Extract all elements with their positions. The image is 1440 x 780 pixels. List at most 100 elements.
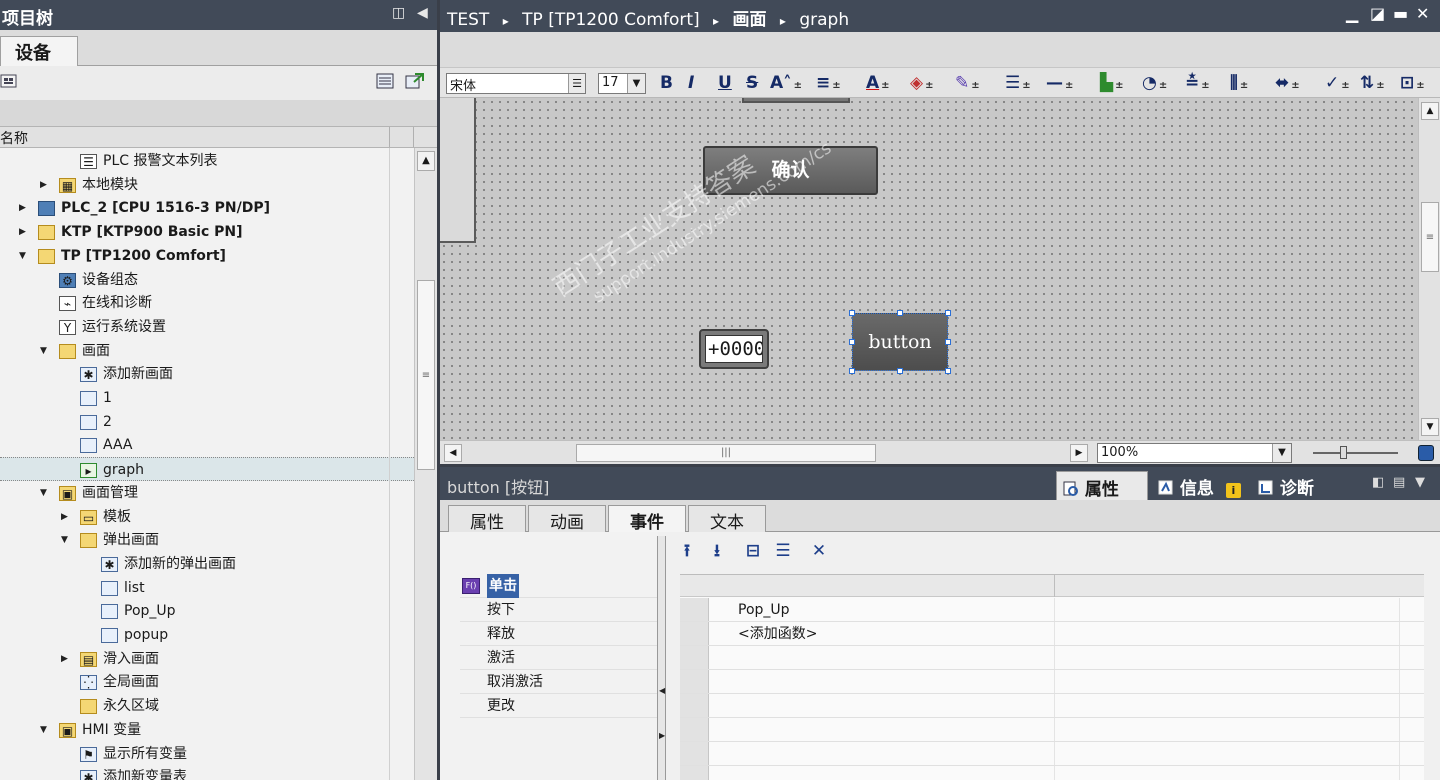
tree-item[interactable]: ✱ 添加新画面 (0, 362, 414, 386)
tree-item[interactable]: ▼ 弹出画面 (0, 528, 414, 552)
dropdown-arrow-icon[interactable]: ± (1201, 80, 1209, 91)
tab-events[interactable]: 事件 (608, 505, 686, 534)
tree-item[interactable]: ✱ 添加新变量表 (0, 765, 414, 780)
scroll-left-arrow-icon[interactable]: ◀ (444, 444, 462, 462)
tab-properties[interactable]: 属性 (1056, 471, 1148, 500)
zoom-select[interactable]: 100% (1097, 443, 1292, 463)
scroll-up-arrow-icon[interactable]: ▲ (1421, 102, 1439, 120)
font-family-select[interactable]: 宋体 (446, 73, 586, 94)
zoom-area-button[interactable]: ⊡ ± (1400, 72, 1425, 94)
italic-button[interactable]: I (688, 72, 694, 94)
canvas-vertical-scrollbar[interactable]: ▲ ≡ ▼ (1418, 98, 1440, 440)
font-list-icon[interactable]: ☰ (568, 74, 585, 93)
resize-handle[interactable] (897, 368, 903, 374)
event-item[interactable]: F() 单击 (460, 574, 658, 598)
float-window-icon[interactable]: ◪ (1370, 4, 1385, 23)
collapsed-arrow-icon[interactable]: ▶ (40, 173, 52, 197)
dropdown-arrow-icon[interactable]: ± (1115, 80, 1123, 91)
strikethrough-button[interactable]: S (746, 72, 758, 94)
scroll-up-arrow-icon[interactable]: ▲ (417, 151, 435, 171)
line-color-button[interactable]: ✎ ± (955, 72, 980, 94)
panel-collapse-icon[interactable]: ▼ (1415, 475, 1425, 490)
chevron-down-icon[interactable]: ▼ (627, 74, 645, 93)
export-icon[interactable] (405, 72, 425, 92)
collapse-panel-arrow-icon[interactable]: ◀ (417, 5, 428, 21)
dropdown-arrow-icon[interactable]: ± (794, 80, 802, 91)
tree-item[interactable]: 永久区域 (0, 694, 414, 718)
tree-item[interactable]: ▶ ▭ 模板 (0, 505, 414, 529)
background-button[interactable]: ▙ ± (1100, 72, 1123, 94)
function-name-cell[interactable]: Pop_Up (738, 598, 790, 622)
event-item[interactable]: 释放 (460, 622, 658, 646)
dropdown-arrow-icon[interactable]: ± (1376, 80, 1384, 91)
canvas-panel-object[interactable] (440, 98, 476, 243)
resize-handle[interactable] (849, 310, 855, 316)
tab-diagnostics[interactable]: 诊断 (1252, 471, 1320, 500)
tree-item[interactable]: ⚙ 设备组态 (0, 268, 414, 292)
event-item[interactable]: 激活 (460, 646, 658, 670)
tree-item[interactable]: ▶ KTP [KTP900 Basic PN] (0, 220, 414, 244)
dropdown-arrow-icon[interactable]: ± (881, 80, 889, 91)
dropdown-arrow-icon[interactable]: ± (832, 80, 840, 91)
close-icon[interactable]: ✕ (1416, 4, 1429, 23)
line-style-button[interactable]: ☰ ± (1005, 72, 1031, 94)
event-item[interactable]: 取消激活 (460, 670, 658, 694)
tree-item[interactable]: Pop_Up (0, 599, 414, 623)
expanded-arrow-icon[interactable]: ▼ (40, 718, 52, 742)
tree-item[interactable]: ⚑ 显示所有变量 (0, 742, 414, 766)
function-row[interactable]: Pop_Up (680, 598, 1424, 622)
resize-handle[interactable] (945, 310, 951, 316)
canvas-object-partial[interactable] (742, 98, 850, 103)
tree-item[interactable]: ▼ TP [TP1200 Comfort] (0, 244, 414, 268)
resize-handle[interactable] (849, 339, 855, 345)
tree-item[interactable]: ▶ PLC_2 [CPU 1516-3 PN/DP] (0, 196, 414, 220)
delete-function-icon[interactable]: ✕ (808, 540, 830, 562)
device-overview-icon[interactable] (0, 72, 20, 92)
collapsed-arrow-icon[interactable]: ▶ (19, 196, 31, 220)
line-width-button[interactable]: — ± (1046, 72, 1073, 94)
dropdown-arrow-icon[interactable]: ± (1022, 80, 1030, 91)
bold-button[interactable]: B (660, 72, 673, 94)
scroll-thumb[interactable]: ≡ (417, 280, 435, 470)
tree-item[interactable]: popup (0, 623, 414, 647)
event-item[interactable]: 按下 (460, 598, 658, 622)
row-header-cell[interactable] (680, 718, 709, 741)
collapse-all-icon[interactable]: ⊟ (742, 540, 764, 562)
move-up-icon[interactable]: ⭱ (676, 540, 698, 562)
same-size-button[interactable]: ⬌ ± (1275, 72, 1300, 94)
breadcrumb-project[interactable]: TEST (447, 10, 489, 30)
panel-layout-icon[interactable]: ◫ (392, 5, 405, 21)
function-row[interactable] (680, 718, 1424, 742)
expanded-arrow-icon[interactable]: ▼ (61, 528, 73, 552)
font-grow-button[interactable]: A˄ ± (770, 72, 802, 94)
function-row[interactable] (680, 646, 1424, 670)
detail-view-icon[interactable] (376, 72, 396, 92)
expanded-arrow-icon[interactable]: ▼ (19, 244, 31, 268)
screen-canvas[interactable]: 确认 +0000 button 西门子工业支持答案 support.indust… (440, 98, 1418, 440)
dropdown-arrow-icon[interactable]: ± (1416, 80, 1424, 91)
event-list-splitter[interactable]: ◀ ▶ (657, 536, 666, 780)
format-painter-button[interactable]: ✓ ± (1325, 72, 1350, 94)
expanded-arrow-icon[interactable]: ▼ (40, 481, 52, 505)
function-row[interactable] (680, 766, 1424, 780)
tree-item[interactable]: ▶ ▤ 滑入画面 (0, 647, 414, 671)
minimize-icon[interactable]: ▁ (1346, 4, 1358, 23)
tab-properties-general[interactable]: 属性 (448, 505, 526, 533)
tree-item[interactable]: ▼ ▣ HMI 变量 (0, 718, 414, 742)
collapsed-arrow-icon[interactable]: ▶ (19, 220, 31, 244)
dropdown-arrow-icon[interactable]: ± (1159, 80, 1167, 91)
row-header-cell[interactable] (680, 694, 709, 717)
tab-animations[interactable]: 动画 (528, 505, 606, 533)
scroll-thumb[interactable]: ||| (576, 444, 876, 462)
dropdown-arrow-icon[interactable]: ± (1240, 80, 1248, 91)
row-header-cell[interactable] (680, 598, 709, 621)
tree-item[interactable]: list (0, 576, 414, 600)
function-row[interactable] (680, 742, 1424, 766)
function-row[interactable] (680, 670, 1424, 694)
io-field[interactable]: +0000 (699, 329, 769, 369)
tree-item[interactable]: 1 (0, 386, 414, 410)
align-objects-button[interactable]: ≛ ± (1185, 72, 1210, 94)
splitter-right-arrow-icon[interactable]: ▶ (659, 731, 665, 740)
tree-item[interactable]: 2 (0, 410, 414, 434)
zoom-slider-track[interactable] (1313, 452, 1398, 454)
